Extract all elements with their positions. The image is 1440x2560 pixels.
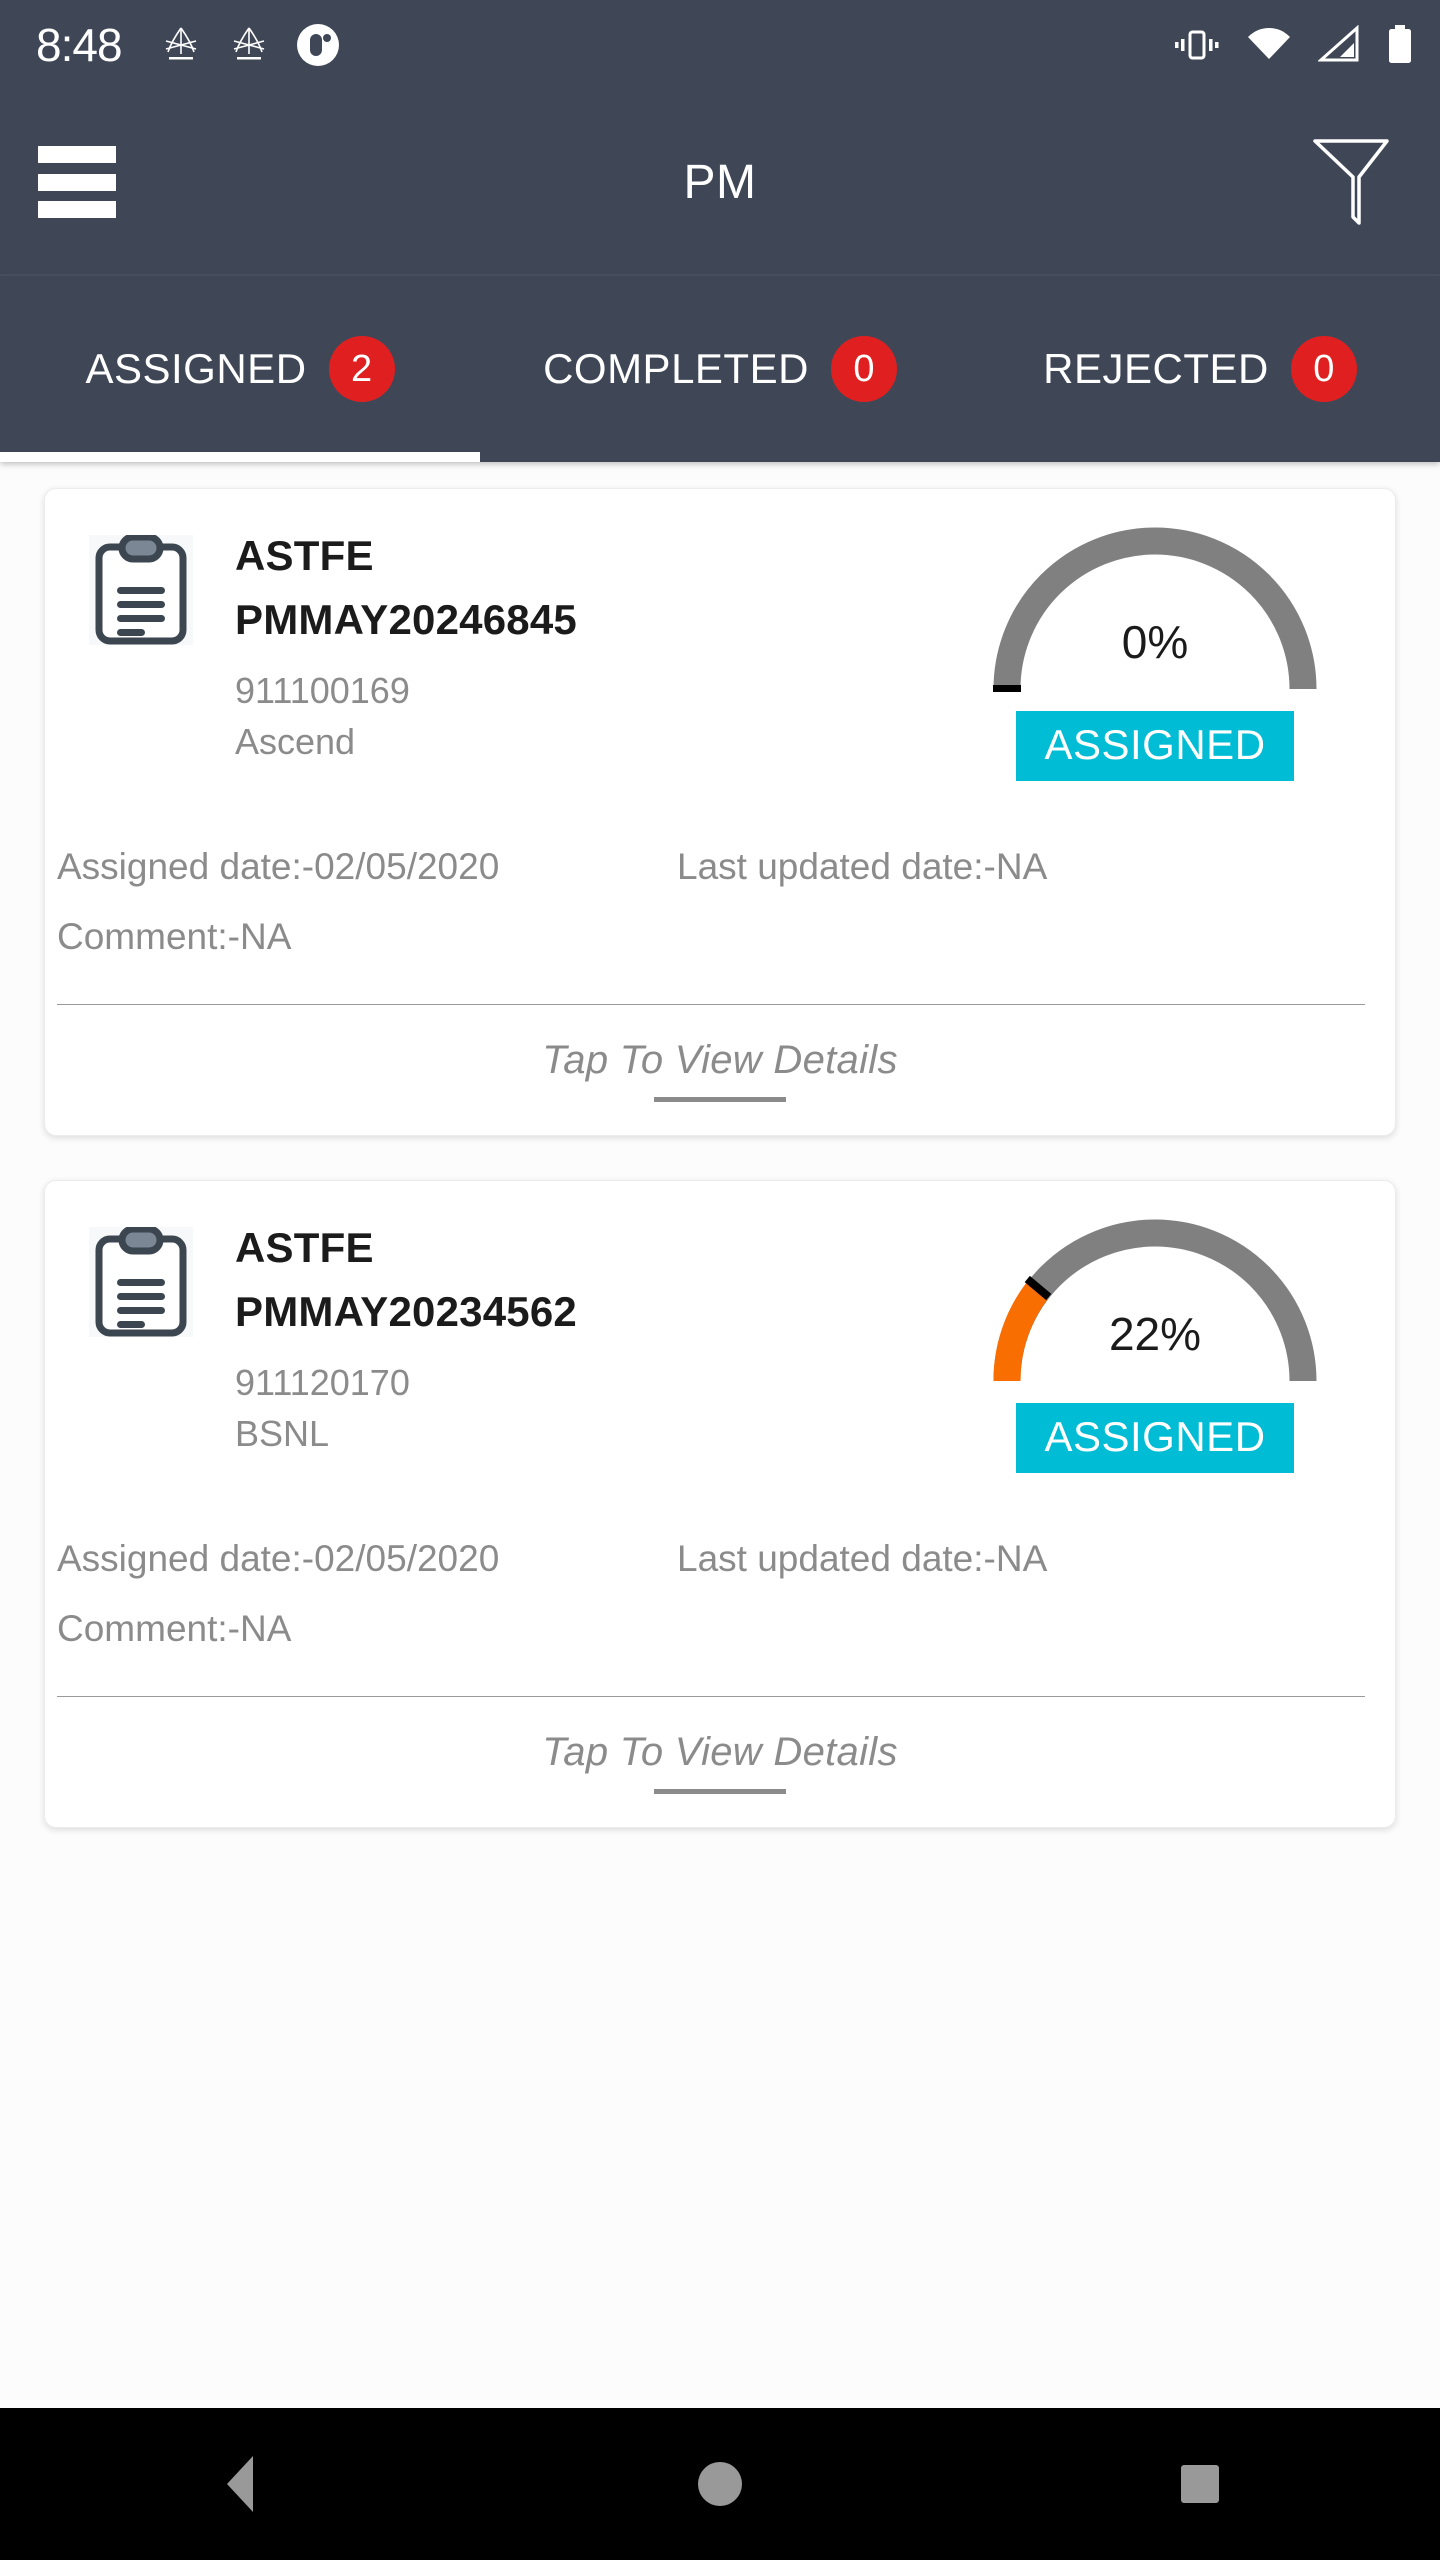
card-header: ASTFE PMMAY20234562 911120170 BSNL 22% A… [45, 1181, 1395, 1531]
work-order-type: ASTFE [235, 532, 374, 579]
last-updated-date: Last updated date:-NA [677, 1538, 1048, 1579]
progress-gauge-group: 22% ASSIGNED [975, 1211, 1335, 1473]
work-order-id: PMMAY20234562 [235, 1287, 577, 1335]
status-badge: ASSIGNED [1016, 711, 1294, 781]
filter-funnel-icon [1313, 139, 1389, 225]
tab-completed[interactable]: COMPLETED 0 [480, 276, 960, 462]
work-order-id: PMMAY20246845 [235, 595, 577, 643]
progress-value: 22% [1108, 1308, 1202, 1360]
status-bar: 8:48 [0, 0, 1440, 90]
assigned-date: Assigned date:-02/05/2020 [57, 1538, 500, 1579]
recents-nav-button[interactable] [1120, 2408, 1280, 2560]
card-title-block: ASTFE PMMAY20234562 911120170 BSNL [235, 1215, 577, 1459]
android-nav-bar [0, 2408, 1440, 2560]
tab-badge-count: 0 [830, 336, 897, 402]
tap-to-view-details-button[interactable]: Tap To View Details [45, 1697, 1395, 1827]
hamburger-menu-icon[interactable] [38, 146, 116, 218]
site-id: 911120170 [235, 1361, 410, 1403]
cellular-signal-icon [1318, 25, 1359, 62]
vibrate-icon [1175, 30, 1219, 60]
tab-label: ASSIGNED [85, 345, 307, 392]
progress-value: 0% [1121, 616, 1189, 668]
progress-gauge-group: 0% ASSIGNED [975, 519, 1335, 781]
app-screen: 8:48 PM ASSIGNED 2 COMPLETED 0 REJECTED … [0, 0, 1440, 2560]
card-meta: Assigned date:-02/05/2020 Last updated d… [45, 1531, 1395, 1697]
hamburger-bar [38, 201, 116, 218]
operator-name: BSNL [235, 1412, 330, 1454]
meta-row-comment: Comment:-NA [57, 1601, 1365, 1671]
tab-label: REJECTED [1043, 345, 1269, 392]
progress-gauge: 22% [980, 1211, 1330, 1389]
work-order-card[interactable]: ASTFE PMMAY20246845 911100169 Ascend 0% … [44, 488, 1396, 1136]
comment: Comment:-NA [57, 915, 292, 957]
tap-to-view-details-button[interactable]: Tap To View Details [45, 1005, 1395, 1135]
footer-underline [654, 1097, 786, 1102]
hamburger-bar [38, 146, 116, 163]
tab-badge-count: 0 [1290, 336, 1357, 402]
status-notification-icons [160, 23, 340, 67]
tab-bar: ASSIGNED 2 COMPLETED 0 REJECTED 0 [0, 276, 1440, 462]
tab-label: COMPLETED [543, 345, 809, 392]
work-order-card[interactable]: ASTFE PMMAY20234562 911120170 BSNL 22% A… [44, 1180, 1396, 1828]
app-notification-icon [165, 27, 196, 60]
last-updated-date: Last updated date:-NA [677, 846, 1048, 887]
battery-icon [1389, 25, 1411, 63]
recents-nav-icon [1181, 2465, 1219, 2503]
progress-gauge: 0% [980, 519, 1330, 697]
status-badge: ASSIGNED [1016, 1403, 1294, 1473]
wifi-icon [1248, 28, 1290, 59]
card-title-block: ASTFE PMMAY20246845 911100169 Ascend [235, 523, 577, 767]
card-meta: Assigned date:-02/05/2020 Last updated d… [45, 839, 1395, 1005]
assigned-date: Assigned date:-02/05/2020 [57, 846, 500, 887]
meta-row-dates: Assigned date:-02/05/2020 Last updated d… [57, 839, 1365, 909]
work-order-type: ASTFE [235, 1224, 374, 1271]
hamburger-bar [38, 173, 116, 191]
site-id: 911100169 [235, 669, 410, 711]
clipboard-icon [89, 1227, 193, 1337]
tap-to-view-details-label: Tap To View Details [542, 1730, 898, 1774]
back-nav-icon [227, 2456, 253, 2512]
meta-row-dates: Assigned date:-02/05/2020 Last updated d… [57, 1531, 1365, 1601]
filter-button[interactable] [1306, 134, 1396, 230]
status-system-icons [1174, 24, 1414, 66]
status-clock: 8:48 [36, 19, 123, 71]
tab-assigned[interactable]: ASSIGNED 2 [0, 276, 480, 462]
comment: Comment:-NA [57, 1607, 292, 1649]
work-order-list: ASTFE PMMAY20246845 911100169 Ascend 0% … [0, 462, 1440, 2408]
tab-badge-count: 2 [328, 336, 395, 402]
footer-underline [654, 1789, 786, 1794]
card-header: ASTFE PMMAY20246845 911100169 Ascend 0% … [45, 489, 1395, 839]
app-badge-icon [296, 24, 339, 66]
operator-name: Ascend [235, 720, 356, 762]
tap-to-view-details-label: Tap To View Details [542, 1038, 898, 1082]
meta-row-comment: Comment:-NA [57, 909, 1365, 979]
app-notification-icon [233, 27, 264, 60]
page-title: PM [683, 155, 757, 209]
back-nav-button[interactable] [160, 2408, 320, 2560]
app-bar: PM [0, 90, 1440, 276]
tab-rejected[interactable]: REJECTED 0 [960, 276, 1440, 462]
home-nav-button[interactable] [640, 2408, 800, 2560]
clipboard-icon [89, 535, 193, 645]
home-nav-icon [698, 2462, 742, 2506]
